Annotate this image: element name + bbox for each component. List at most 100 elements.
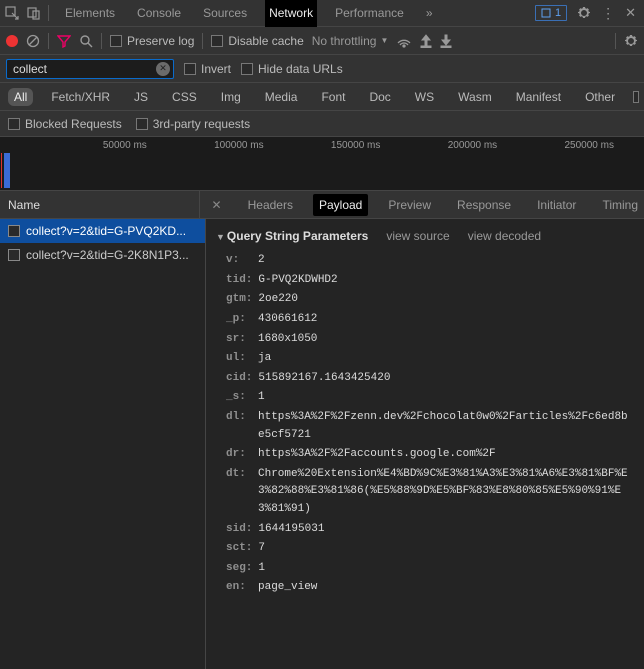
invert-checkbox[interactable]: Invert [184, 62, 231, 76]
request-list: collect?v=2&tid=G-PVQ2KD... collect?v=2&… [0, 219, 206, 669]
type-js[interactable]: JS [128, 88, 154, 106]
view-source-link[interactable]: view source [386, 227, 449, 246]
type-filter-row: All Fetch/XHR JS CSS Img Media Font Doc … [0, 83, 644, 111]
record-button[interactable] [6, 35, 18, 47]
preserve-log-checkbox[interactable]: Preserve log [110, 34, 194, 48]
disclosure-triangle-icon: ▼ [216, 232, 225, 242]
settings-icon[interactable] [577, 6, 591, 20]
request-row[interactable]: collect?v=2&tid=G-PVQ2KD... [0, 219, 205, 243]
details-tab-preview[interactable]: Preview [382, 194, 437, 216]
main-tabs: Elements Console Sources Network Perform… [61, 0, 529, 27]
type-img[interactable]: Img [215, 88, 247, 106]
query-param-row: _p: 430661612 [226, 311, 634, 329]
filter-icon[interactable] [57, 34, 71, 48]
query-param-row: v: 2 [226, 252, 634, 270]
type-all[interactable]: All [8, 88, 33, 106]
param-value: 1644195031 [258, 521, 324, 539]
param-key: tid: [226, 272, 252, 290]
query-param-row: cid: 515892167.1643425420 [226, 370, 634, 388]
tab-network[interactable]: Network [265, 0, 317, 27]
download-icon[interactable] [440, 34, 452, 48]
request-type-icon [8, 249, 20, 261]
clear-filter-icon[interactable]: ✕ [156, 62, 170, 76]
request-row[interactable]: collect?v=2&tid=G-2K8N1P3... [0, 243, 205, 267]
query-param-row: sct:7 [226, 540, 634, 558]
network-toolbar: Preserve log Disable cache No throttling… [0, 27, 644, 55]
main-tabs-bar: Elements Console Sources Network Perform… [0, 0, 644, 27]
blocked-requests-checkbox[interactable]: Blocked Requests [8, 117, 122, 131]
name-column-header[interactable]: Name [0, 191, 200, 218]
param-value: 430661612 [258, 311, 317, 329]
details-tab-response[interactable]: Response [451, 194, 517, 216]
request-name: collect?v=2&tid=G-2K8N1P3... [26, 248, 189, 262]
tab-sources[interactable]: Sources [199, 0, 251, 27]
tab-performance[interactable]: Performance [331, 0, 408, 27]
type-wasm[interactable]: Wasm [452, 88, 498, 106]
separator [202, 33, 203, 49]
separator [48, 5, 49, 21]
details-tab-payload[interactable]: Payload [313, 194, 368, 216]
filter-input[interactable]: collect ✕ [6, 59, 174, 79]
param-key: v: [226, 252, 252, 270]
details-tab-headers[interactable]: Headers [242, 194, 299, 216]
view-decoded-link[interactable]: view decoded [468, 227, 541, 246]
close-icon[interactable]: ✕ [625, 5, 636, 21]
query-param-row: dl:https%3A%2F%2Fzenn.dev%2Fchocolat0w0%… [226, 409, 634, 444]
close-details-icon[interactable]: ✕ [206, 198, 228, 212]
type-fetchxhr[interactable]: Fetch/XHR [45, 88, 116, 106]
disable-cache-checkbox[interactable]: Disable cache [211, 34, 303, 48]
type-manifest[interactable]: Manifest [510, 88, 567, 106]
tab-console[interactable]: Console [133, 0, 185, 27]
param-key: dt: [226, 466, 252, 519]
third-party-checkbox[interactable]: 3rd-party requests [136, 117, 250, 131]
separator [101, 33, 102, 49]
details-tab-timing[interactable]: Timing [596, 194, 644, 216]
has-blocked-cookies-checkbox[interactable]: Has blocked cookies [633, 76, 644, 118]
type-media[interactable]: Media [259, 88, 304, 106]
tab-elements[interactable]: Elements [61, 0, 119, 27]
param-value: 515892167.1643425420 [258, 370, 390, 388]
query-param-row: ul: ja [226, 350, 634, 368]
query-param-row: gtm:2oe220 [226, 291, 634, 309]
type-other[interactable]: Other [579, 88, 621, 106]
query-params-list: v:2tid:G-PVQ2KDWHD2gtm:2oe220_p:43066161… [216, 252, 634, 597]
throttling-select[interactable]: No throttling ▼ [312, 34, 389, 48]
clear-icon[interactable] [26, 34, 40, 48]
type-ws[interactable]: WS [409, 88, 440, 106]
details-content: collect?v=2&tid=G-PVQ2KD... collect?v=2&… [0, 219, 644, 669]
network-settings-icon[interactable] [624, 34, 638, 48]
request-name: collect?v=2&tid=G-PVQ2KD... [26, 224, 186, 238]
hide-data-urls-checkbox[interactable]: Hide data URLs [241, 62, 343, 76]
timeline-overview[interactable]: 50000 ms 100000 ms 150000 ms 200000 ms 2… [0, 137, 644, 191]
param-key: ul: [226, 350, 252, 368]
query-param-row: sid:1644195031 [226, 521, 634, 539]
more-tabs-icon[interactable]: » [422, 0, 437, 27]
upload-icon[interactable] [420, 34, 432, 48]
kebab-menu-icon[interactable]: ⋮ [601, 5, 615, 22]
device-toggle-icon[interactable] [26, 6, 42, 20]
param-value: 1 [258, 389, 265, 407]
param-value: 2 [258, 252, 265, 270]
param-key: sr: [226, 331, 252, 349]
payload-section-header[interactable]: ▼Query String Parameters view source vie… [216, 227, 634, 246]
type-css[interactable]: CSS [166, 88, 203, 106]
type-doc[interactable]: Doc [363, 88, 396, 106]
param-key: en: [226, 579, 252, 597]
topbar-right: 1 ⋮ ✕ [535, 5, 636, 22]
param-value: ja [258, 350, 271, 368]
inspect-icon[interactable] [4, 6, 20, 20]
issues-badge[interactable]: 1 [535, 5, 567, 21]
param-value: 1680x1050 [258, 331, 317, 349]
param-key: _p: [226, 311, 252, 329]
timeline-load-line [1, 153, 2, 188]
search-icon[interactable] [79, 34, 93, 48]
filter-row: collect ✕ Invert Hide data URLs [0, 55, 644, 83]
details-tab-initiator[interactable]: Initiator [531, 194, 582, 216]
param-key: cid: [226, 370, 252, 388]
query-param-row: en: page_view [226, 579, 634, 597]
network-conditions-icon[interactable] [396, 34, 412, 48]
timeline-labels: 50000 ms 100000 ms 150000 ms 200000 ms 2… [0, 137, 644, 151]
param-value: page_view [258, 579, 317, 597]
param-value: 1 [258, 560, 265, 578]
type-font[interactable]: Font [315, 88, 351, 106]
